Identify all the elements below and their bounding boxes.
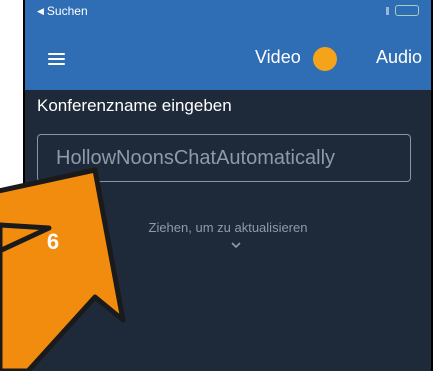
annotation-arrow: 6	[0, 167, 126, 371]
annotation-step-number: 6	[47, 229, 59, 254]
